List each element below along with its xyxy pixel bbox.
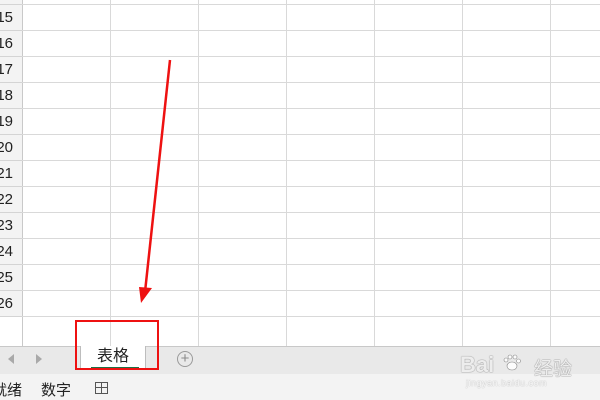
- watermark-brand-text: 经验: [534, 359, 573, 380]
- paw-icon: [503, 354, 521, 371]
- watermark-url: jingyan.baidu.com: [466, 378, 548, 388]
- annotation-arrow: [139, 59, 172, 303]
- watermark-logo-text: Bai: [460, 352, 495, 377]
- baidu-jingyan-watermark: Bai 经验 jingyan.baidu.com: [460, 350, 600, 400]
